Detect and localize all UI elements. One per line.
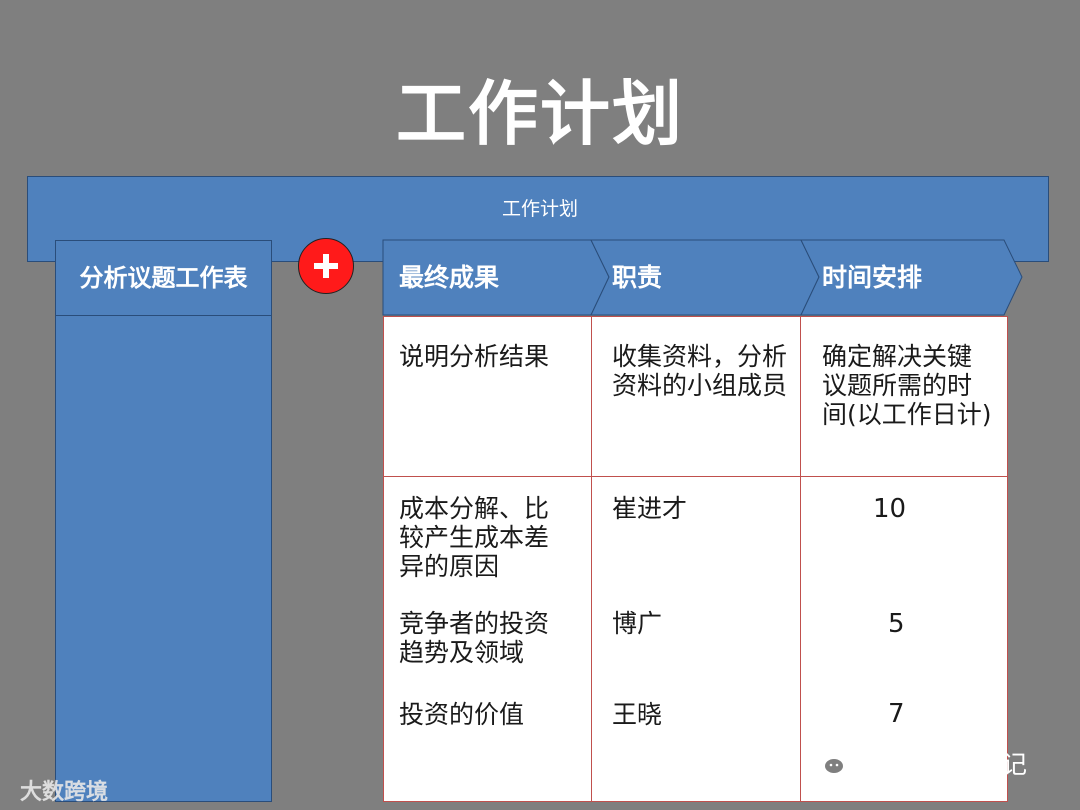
wechat-icon	[811, 751, 845, 775]
cell-result-3: 投资的价值	[399, 700, 525, 729]
header-schedule: 时间安排	[822, 263, 923, 292]
watermark-left: 大数跨境	[20, 774, 108, 806]
header-responsibility: 职责	[612, 263, 663, 292]
watermark-right: 领导者管理笔记	[810, 745, 1027, 781]
column-divider-1	[591, 316, 592, 802]
cell-time-2: 5	[888, 609, 905, 639]
cell-owner-0: 收集资料，分析资料的小组成员	[612, 342, 788, 400]
cell-time-1: 10	[873, 494, 907, 524]
cell-owner-1: 崔进才	[612, 494, 688, 523]
header-final-result: 最终成果	[399, 263, 500, 292]
cell-time-3: 7	[888, 699, 905, 729]
cell-time-0: 确定解决关键议题所需的时间(以工作日计)	[822, 342, 992, 429]
row-divider	[383, 476, 1008, 477]
cell-result-0: 说明分析结果	[399, 342, 550, 371]
cell-result-1: 成本分解、比较产生成本差异的原因	[399, 494, 550, 581]
cell-owner-3: 王晓	[612, 700, 663, 729]
watermark-right-text: 领导者管理笔记	[852, 750, 1028, 779]
watermark-left-text: 大数跨境	[20, 780, 109, 805]
cell-owner-2: 博广	[612, 609, 663, 638]
cell-result-2: 竞争者的投资趋势及领域	[399, 609, 550, 667]
